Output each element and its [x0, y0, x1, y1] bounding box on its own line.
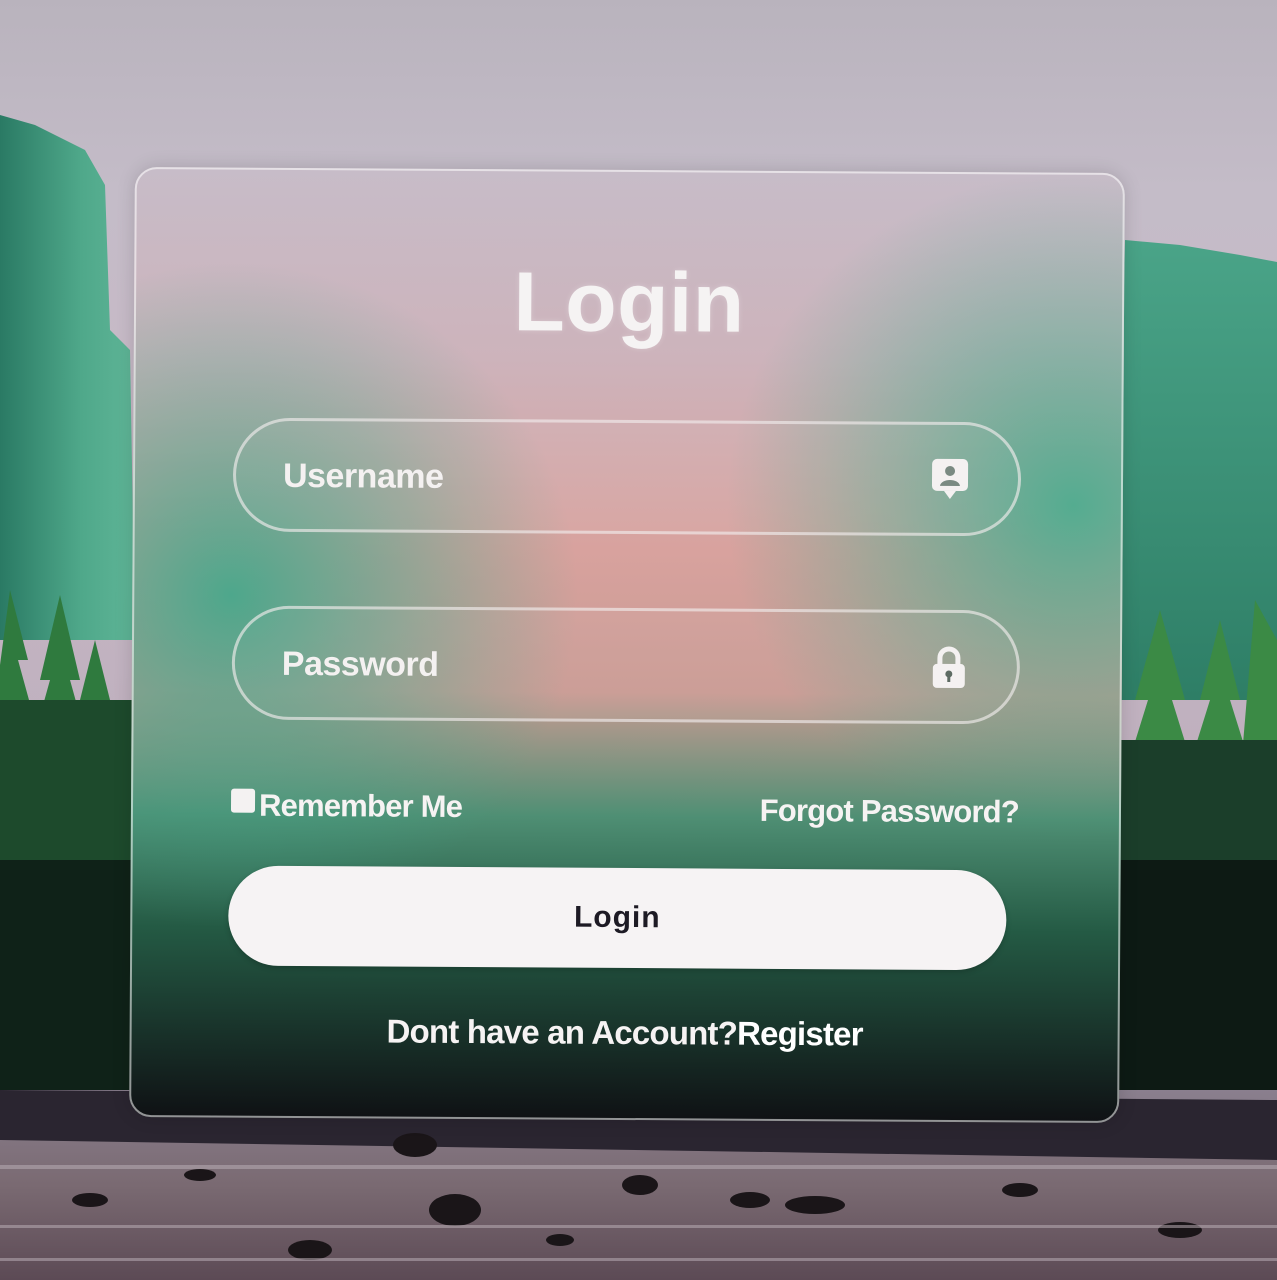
login-options: Remember Me Forgot Password? [230, 787, 1020, 837]
user-badge-icon [930, 457, 970, 501]
register-prompt-text: Dont have an Account? [386, 1012, 738, 1052]
remember-me[interactable]: Remember Me [230, 787, 463, 825]
login-card: Login Username Remember Me Forgot Passwo… [129, 166, 1125, 1124]
remember-me-checkbox[interactable] [230, 788, 256, 813]
remember-me-label: Remember Me [258, 787, 463, 824]
username-input[interactable] [280, 420, 886, 535]
forgot-password-link[interactable]: Forgot Password? [760, 793, 1020, 831]
password-field[interactable] [231, 605, 1021, 725]
password-input[interactable] [279, 608, 885, 723]
register-prompt: Dont have an Account?Register [132, 1011, 1118, 1055]
login-button[interactable]: Login [228, 865, 1007, 971]
lock-icon [929, 645, 969, 689]
username-field[interactable] [232, 417, 1022, 537]
login-form: Login Username Remember Me Forgot Passwo… [131, 169, 1123, 1121]
register-link[interactable]: Register [737, 1015, 863, 1053]
login-title: Login [513, 254, 745, 350]
